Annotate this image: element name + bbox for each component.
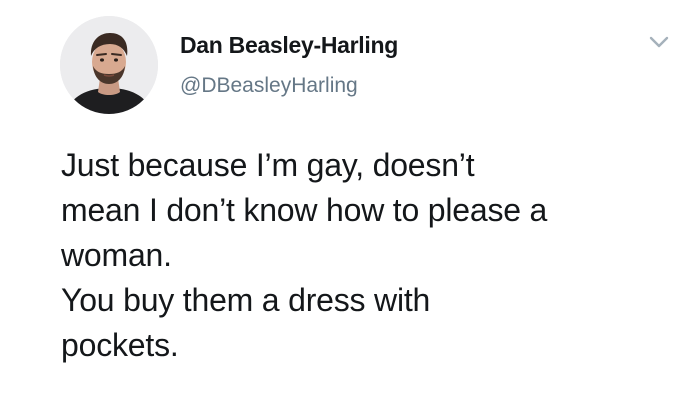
author-info: Dan Beasley-Harling @DBeasleyHarling: [180, 30, 398, 100]
tweet-text-line: mean I don’t know how to please a: [61, 192, 548, 228]
tweet-text-line: Just because I’m gay, doesn’t: [61, 147, 475, 183]
avatar-photo-icon: [60, 16, 158, 114]
tweet-text-line: pockets.: [61, 327, 179, 363]
author-display-name[interactable]: Dan Beasley-Harling: [180, 30, 398, 60]
author-avatar[interactable]: [60, 16, 158, 114]
tweet-text-line: You buy them a dress with: [61, 282, 431, 318]
tweet-card: Dan Beasley-Harling @DBeasleyHarling Jus…: [0, 0, 700, 417]
tweet-menu-button[interactable]: [648, 34, 670, 50]
author-handle[interactable]: @DBeasleyHarling: [180, 72, 398, 100]
chevron-down-icon: [649, 36, 669, 48]
tweet-text: Just because I’m gay, doesn’t mean I don…: [61, 143, 681, 368]
tweet-text-line: woman.: [61, 237, 172, 273]
